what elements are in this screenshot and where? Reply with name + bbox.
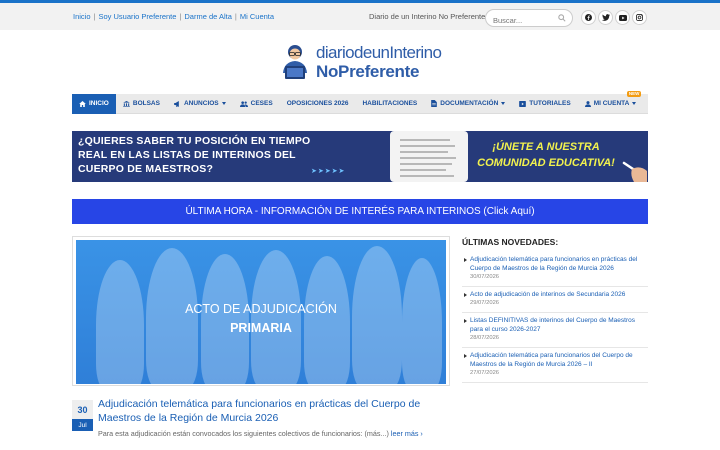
post-excerpt-text: Para esta adjudicación están convocados … <box>98 429 389 438</box>
main-nav: INICIO BOLSAS ANUNCIOS CESES OPOSICIONES… <box>72 90 648 114</box>
facebook-icon[interactable] <box>581 10 596 25</box>
post-date: 30 Jul <box>72 400 93 432</box>
search-icon[interactable] <box>558 14 566 22</box>
featured-image-caption: ACTO DE ADJUDICACIÓN PRIMARIA <box>76 300 446 338</box>
read-more-label: leer más <box>390 429 419 438</box>
post-date-day: 30 <box>72 400 93 419</box>
top-link-inicio[interactable]: Inicio <box>73 12 91 21</box>
news-title-link[interactable]: Adjudicación telemática para funcionario… <box>470 255 648 273</box>
post-date-month: Jul <box>72 419 93 431</box>
post-title-link[interactable]: Adjudicación telemática para funcionario… <box>98 397 448 425</box>
caret-right-icon <box>464 293 467 297</box>
instagram-icon[interactable] <box>632 10 647 25</box>
search-input[interactable] <box>486 12 556 29</box>
nav-item-documentacion[interactable]: DOCUMENTACIÓN <box>424 94 512 114</box>
post-excerpt: Para esta adjudicación están convocados … <box>98 429 448 438</box>
news-date: 27/07/2026 <box>470 370 500 376</box>
document-icon <box>431 100 438 107</box>
top-link-usuario-preferente[interactable]: Soy Usuario Preferente <box>98 12 176 21</box>
nav-item-oposiciones[interactable]: OPOSICIONES 2026 <box>280 94 356 114</box>
home-icon <box>79 100 86 107</box>
search-box <box>485 9 573 29</box>
banner-text: ¿QUIERES SABER TU POSICIÓN EN TIEMPO REA… <box>78 135 311 175</box>
site-logo[interactable]: diariodeunInterino NoPreferente <box>276 43 446 83</box>
chevron-down-icon <box>221 102 226 105</box>
arrows-icon: ➤➤➤➤➤ <box>311 168 346 175</box>
nav-item-inicio[interactable]: INICIO <box>72 93 116 114</box>
logo-text-line2: NoPreferente <box>316 62 420 81</box>
list-item[interactable]: Adjudicación telemática para funcionario… <box>462 252 648 287</box>
top-link-mi-cuenta[interactable]: Mi Cuenta <box>240 12 274 21</box>
nav-item-tutoriales[interactable]: TUTORIALES <box>512 94 577 114</box>
document-preview-image <box>390 131 468 182</box>
list-item[interactable]: Acto de adjudicación de interinos de Sec… <box>462 287 648 313</box>
sidebar-title: ÚLTIMAS NOVEDADES: <box>462 237 559 247</box>
nav-label: DOCUMENTACIÓN <box>440 100 499 107</box>
nav-item-ceses[interactable]: CESES <box>233 94 280 114</box>
caret-right-icon <box>464 258 467 262</box>
news-title-link[interactable]: Acto de adjudicación de interinos de Sec… <box>470 290 648 299</box>
nav-label: ANUNCIOS <box>183 100 219 107</box>
nav-item-habilitaciones[interactable]: HABILITACIONES <box>355 94 424 114</box>
nav-label: CESES <box>250 100 273 107</box>
caret-right-icon <box>464 319 467 323</box>
latest-news-list: Adjudicación telemática para funcionario… <box>462 252 648 383</box>
nav-label: BOLSAS <box>132 100 160 107</box>
chevron-right-icon: › <box>420 429 423 438</box>
user-icon <box>584 100 591 107</box>
news-date: 30/07/2026 <box>470 274 500 280</box>
nav-label: MI CUENTA <box>593 100 630 107</box>
chevron-down-icon <box>501 102 506 105</box>
youtube-icon[interactable] <box>615 10 630 25</box>
news-date: 29/07/2026 <box>470 300 500 306</box>
logo-teacher-icon <box>283 45 307 79</box>
divider: | <box>93 12 96 21</box>
bank-icon <box>123 100 130 107</box>
caret-right-icon <box>464 354 467 358</box>
nav-label: HABILITACIONES <box>362 100 418 107</box>
featured-post-image[interactable]: ACTO DE ADJUDICACIÓN PRIMARIA <box>72 236 450 386</box>
nav-item-anuncios[interactable]: ANUNCIOS <box>167 94 233 114</box>
chevron-down-icon <box>632 102 637 105</box>
video-icon <box>519 100 527 107</box>
nav-item-bolsas[interactable]: BOLSAS <box>116 94 167 114</box>
news-title-link[interactable]: Adjudicación telemática para funcionario… <box>470 351 648 369</box>
featured-image: ACTO DE ADJUDICACIÓN PRIMARIA <box>76 240 446 384</box>
breaking-news-bar[interactable]: ÚLTIMA HORA - INFORMACIÓN DE INTERÉS PAR… <box>72 199 648 224</box>
top-bar: Inicio | Soy Usuario Preferente | Darme de A… <box>0 0 720 30</box>
featured-line1: ACTO DE ADJUDICACIÓN <box>185 302 337 316</box>
nav-label: TUTORIALES <box>529 100 571 107</box>
promo-banner[interactable]: ¿QUIERES SABER TU POSICIÓN EN TIEMPO REA… <box>72 131 648 182</box>
nav-label: INICIO <box>89 100 109 107</box>
top-link-darme-de-alta[interactable]: Darme de Alta <box>184 12 232 21</box>
logo-text-line1: diariodeunInterino <box>316 43 442 62</box>
list-item[interactable]: Listas DEFINITIVAS de interinos del Cuer… <box>462 313 648 348</box>
featured-line2: PRIMARIA <box>230 321 292 335</box>
twitter-icon[interactable] <box>598 10 613 25</box>
users-icon <box>239 100 248 107</box>
nav-label: OPOSICIONES 2026 <box>286 100 349 107</box>
news-date: 28/07/2026 <box>470 335 500 341</box>
list-item[interactable]: Adjudicación telemática para funcionario… <box>462 348 648 383</box>
banner-cta: ¡ÚNETE A NUESTRA COMUNIDAD EDUCATIVA! <box>477 141 615 169</box>
divider: | <box>234 12 237 21</box>
site-tagline: Diario de un Interino No Preferente. <box>369 12 488 21</box>
top-links: Inicio | Soy Usuario Preferente | Darme de A… <box>73 12 274 21</box>
hand-chalk-icon <box>622 161 647 182</box>
read-more-link[interactable]: leer más › <box>391 429 423 438</box>
divider: | <box>179 12 182 21</box>
breaking-news-label: ÚLTIMA HORA - INFORMACIÓN DE INTERÉS PAR… <box>185 206 535 217</box>
news-title-link[interactable]: Listas DEFINITIVAS de interinos del Cuer… <box>470 316 648 334</box>
megaphone-icon <box>174 100 181 107</box>
new-badge: NEW <box>626 90 642 97</box>
nav-item-mi-cuenta[interactable]: NEW MI CUENTA <box>578 90 644 114</box>
